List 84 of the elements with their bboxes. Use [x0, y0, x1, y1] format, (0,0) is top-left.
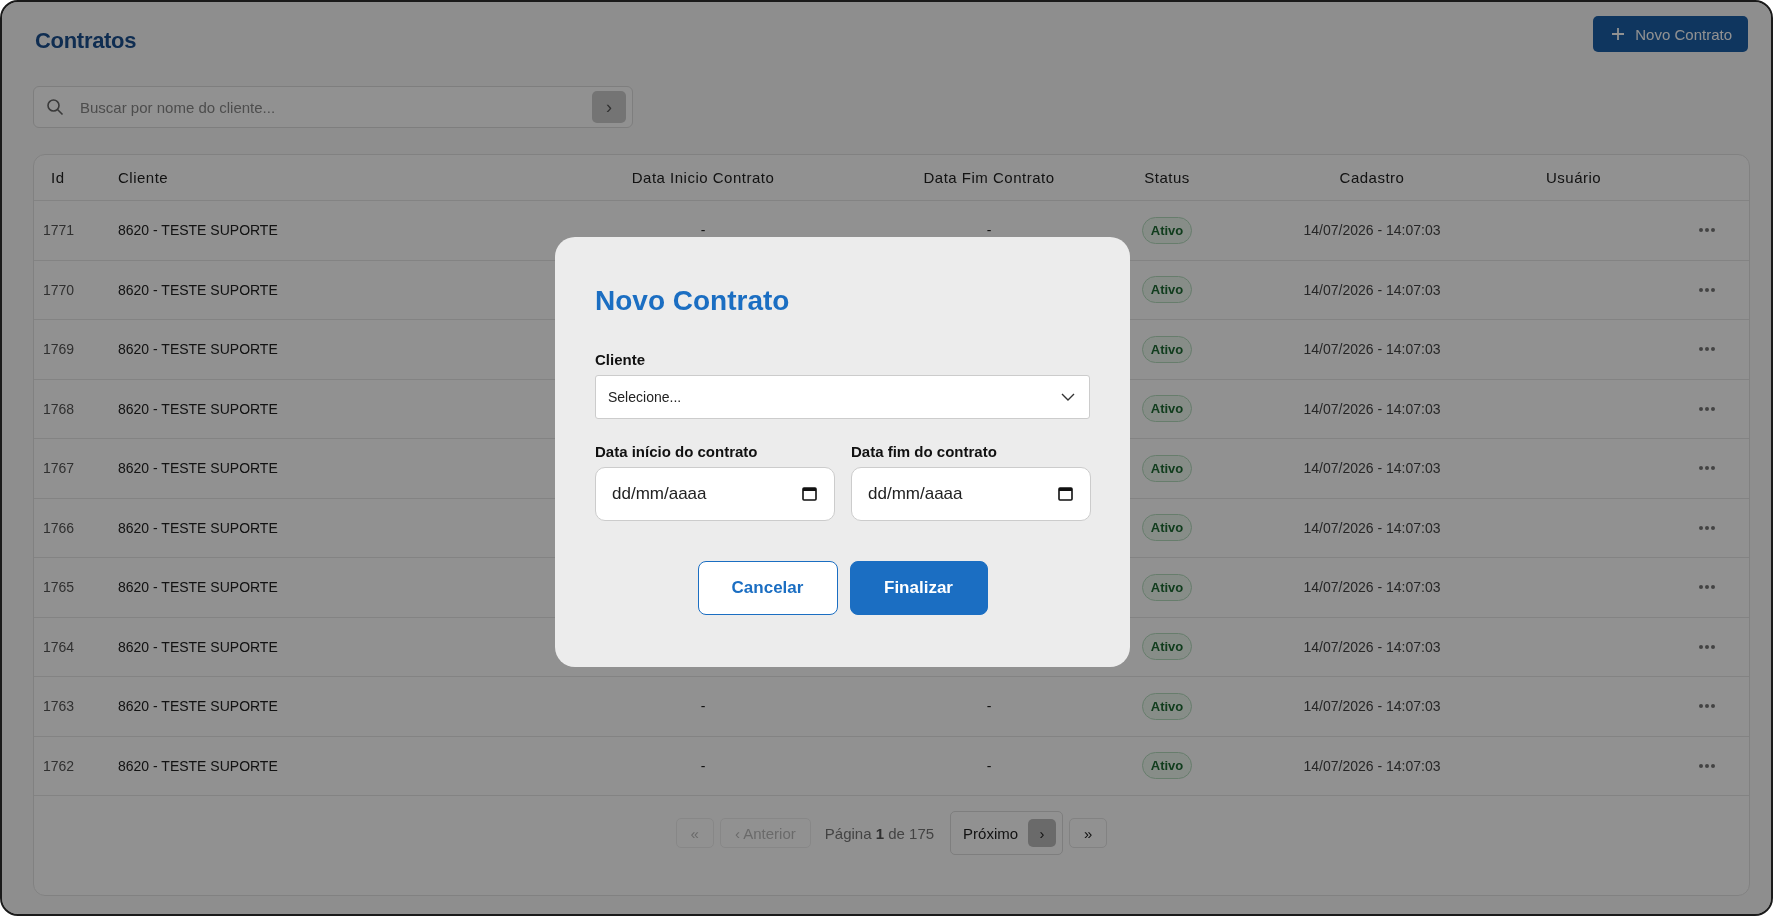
calendar-icon — [802, 486, 817, 501]
next-page-button[interactable]: Próximo › — [950, 811, 1064, 855]
table-cell-text: - — [699, 698, 707, 715]
search-icon — [46, 98, 64, 116]
table-cell-text: 8620 - TESTE SUPORTE — [117, 460, 279, 477]
more-options-icon[interactable] — [1698, 465, 1716, 472]
table-cell-text: 14/07/2026 - 14:07:03 — [1302, 698, 1442, 715]
column-header: Id — [50, 169, 66, 186]
status-badge: Ativo — [1141, 692, 1193, 720]
status-badge: Ativo — [1141, 395, 1193, 423]
plus-icon — [1611, 27, 1626, 41]
table-cell-text: 1769 — [42, 341, 76, 358]
table-cell-text: 1763 — [42, 698, 76, 715]
calendar-icon — [1058, 486, 1073, 501]
more-options-icon[interactable] — [1698, 524, 1716, 531]
column-header: Status — [1143, 169, 1191, 186]
table-cell-text: 1764 — [42, 638, 76, 655]
status-badge: Ativo — [1141, 276, 1193, 304]
status-badge: Ativo — [1141, 216, 1193, 244]
table-cell-text: 8620 - TESTE SUPORTE — [117, 519, 279, 536]
field-label: Cliente — [595, 351, 646, 368]
table-cell-text: 8620 - TESTE SUPORTE — [117, 400, 279, 417]
more-options-icon[interactable] — [1698, 584, 1716, 591]
status-badge: Ativo — [1141, 514, 1193, 542]
status-badge: Ativo — [1141, 335, 1193, 363]
status-badge: Ativo — [1141, 454, 1193, 482]
status-badge: Ativo — [1141, 752, 1193, 780]
client-select[interactable]: Selecione... — [595, 375, 1090, 419]
column-header: Cliente — [117, 169, 170, 186]
table-cell-text: 14/07/2026 - 14:07:03 — [1302, 519, 1442, 536]
table-cell-text: 14/07/2026 - 14:07:03 — [1302, 281, 1442, 298]
more-options-icon[interactable] — [1698, 286, 1716, 293]
table-cell-text: 14/07/2026 - 14:07:03 — [1302, 757, 1442, 774]
finish-button[interactable]: Finalizar — [849, 561, 988, 615]
table-cell-text: 1767 — [42, 460, 76, 477]
table-cell-text: 1768 — [42, 400, 76, 417]
table-cell-text: 1770 — [42, 281, 76, 298]
field-label: Data fim do contrato — [851, 443, 998, 460]
table-cell-text: 1771 — [42, 222, 76, 239]
table-cell-text: 14/07/2026 - 14:07:03 — [1302, 460, 1442, 477]
table-cell-text: 8620 - TESTE SUPORTE — [117, 341, 279, 358]
table-cell-text: 8620 - TESTE SUPORTE — [117, 757, 279, 774]
search-field[interactable]: Buscar por nome do cliente... › — [33, 86, 633, 128]
column-header: Cadastro — [1338, 169, 1406, 186]
status-badge: Ativo — [1141, 573, 1193, 601]
column-header: Data Fim Contrato — [922, 169, 1056, 186]
table-cell-text: - — [699, 222, 707, 239]
more-options-icon[interactable] — [1698, 643, 1716, 650]
table-cell-text: 14/07/2026 - 14:07:03 — [1302, 341, 1442, 358]
new-contract-button[interactable]: Novo Contrato — [1593, 16, 1748, 52]
table-cell-text: 1762 — [42, 757, 76, 774]
date-field[interactable]: dd/mm/aaaa — [851, 467, 1091, 521]
page-title: Contratos — [35, 28, 137, 54]
column-header: Data Inicio Contrato — [630, 169, 776, 186]
table-cell-text: 1766 — [42, 519, 76, 536]
more-options-icon[interactable] — [1698, 405, 1716, 412]
column-header: Usuário — [1545, 169, 1603, 186]
date-field[interactable]: dd/mm/aaaa — [595, 467, 835, 521]
dialog-title: Novo Contrato — [595, 285, 791, 317]
table-cell-text: - — [985, 222, 993, 239]
chevron-down-icon — [1061, 393, 1075, 401]
more-options-icon[interactable] — [1698, 762, 1716, 769]
table-cell-text: - — [985, 698, 993, 715]
last-page-button[interactable]: » — [1069, 818, 1108, 848]
cancel-button[interactable]: Cancelar — [697, 561, 838, 615]
table-cell-text: 1765 — [42, 579, 76, 596]
search-button[interactable]: › — [592, 91, 626, 123]
table-cell-text: 14/07/2026 - 14:07:03 — [1302, 400, 1442, 417]
table-cell-text: 8620 - TESTE SUPORTE — [117, 638, 279, 655]
status-badge: Ativo — [1141, 633, 1193, 661]
table-cell-text: 14/07/2026 - 14:07:03 — [1302, 638, 1442, 655]
table-cell-text: 8620 - TESTE SUPORTE — [117, 222, 279, 239]
table-cell-text: 14/07/2026 - 14:07:03 — [1302, 579, 1442, 596]
table-cell-text: 14/07/2026 - 14:07:03 — [1302, 222, 1442, 239]
table-cell-text: 8620 - TESTE SUPORTE — [117, 579, 279, 596]
more-options-icon[interactable] — [1698, 227, 1716, 234]
table-cell-text: - — [699, 757, 707, 774]
field-label: Data início do contrato — [595, 443, 759, 460]
page-info: Página 1 de 175 — [824, 824, 935, 842]
more-options-icon[interactable] — [1698, 703, 1716, 710]
table-cell-text: - — [985, 757, 993, 774]
table-cell-text: 8620 - TESTE SUPORTE — [117, 281, 279, 298]
table-cell-text: 8620 - TESTE SUPORTE — [117, 698, 279, 715]
more-options-icon[interactable] — [1698, 346, 1716, 353]
